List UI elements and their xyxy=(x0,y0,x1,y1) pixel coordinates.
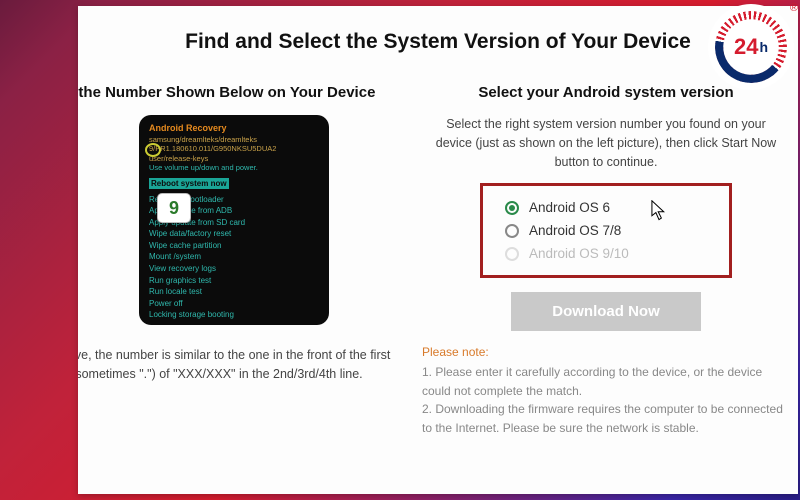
radio-icon xyxy=(505,201,519,215)
option-label: Android OS 7/8 xyxy=(529,223,621,238)
logo-suffix: h xyxy=(759,39,768,55)
version-badge: 9 xyxy=(157,193,191,223)
option-label: Android OS 9/10 xyxy=(529,246,629,261)
left-subtitle: Find the Number Shown Below on Your Devi… xyxy=(78,84,400,101)
option-android-9-10[interactable]: Android OS 9/10 xyxy=(505,242,709,265)
note-line-2: 2. Downloading the firmware requires the… xyxy=(422,400,790,437)
recovery-item: Run graphics test xyxy=(149,275,319,287)
option-label: Android OS 6 xyxy=(529,200,610,215)
brand-logo: 24h ® xyxy=(708,4,794,90)
version-options: Android OS 6 Android OS 7/8 Android OS 9… xyxy=(480,183,732,278)
note-line-1: 1. Please enter it carefully according t… xyxy=(422,363,790,400)
page-title: Find and Select the System Version of Yo… xyxy=(78,6,798,72)
recovery-title: Android Recovery xyxy=(149,123,319,133)
highlight-circle-icon xyxy=(145,143,161,157)
recovery-item: Power off xyxy=(149,298,319,310)
note-heading: Please note: xyxy=(422,345,790,359)
recovery-line: user/release-keys xyxy=(149,154,319,163)
recovery-selected: Reboot system now xyxy=(149,178,229,189)
right-column: Select your Android system version Selec… xyxy=(408,72,798,490)
recovery-item: View recovery logs xyxy=(149,263,319,275)
recovery-item: Run locale test xyxy=(149,286,319,298)
recovery-item: Locking storage booting xyxy=(149,309,319,321)
instruction-text: Select the right system version number y… xyxy=(422,115,790,171)
recovery-line: 9/PR1.180610.011/G950NKSU5DUA2 xyxy=(149,144,319,153)
recovery-item: Mount /system xyxy=(149,251,319,263)
left-column: Find the Number Shown Below on Your Devi… xyxy=(78,72,408,490)
radio-icon xyxy=(505,224,519,238)
recovery-item: Wipe data/factory reset xyxy=(149,228,319,240)
radio-icon xyxy=(505,247,519,261)
recovery-hint: Use volume up/down and power. xyxy=(149,163,319,172)
app-panel: Find and Select the System Version of Yo… xyxy=(78,6,798,494)
download-button[interactable]: Download Now xyxy=(511,292,701,331)
recovery-item: Wipe cache partition xyxy=(149,240,319,252)
recovery-line: samsung/dreamlteks/dreamlteks xyxy=(149,135,319,144)
option-android-7-8[interactable]: Android OS 7/8 xyxy=(505,219,709,242)
option-android-6[interactable]: Android OS 6 xyxy=(505,196,709,219)
trademark-icon: ® xyxy=(790,2,798,14)
logo-number: 24 xyxy=(734,34,758,60)
left-caption: own above, the number is similar to the … xyxy=(78,346,400,384)
